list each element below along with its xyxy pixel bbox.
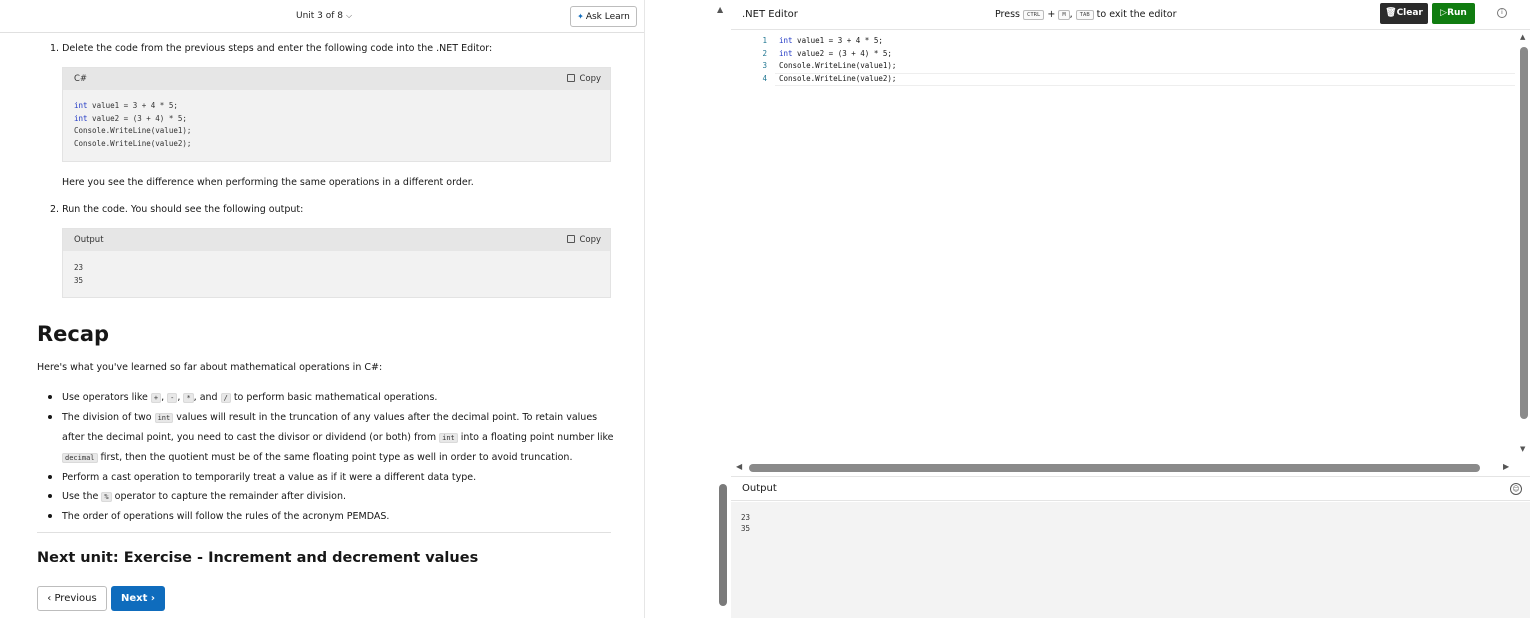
list-item: The division of two int values will resu… [46,408,616,468]
copy-code-button[interactable]: Copy [567,68,601,90]
output-content: 23 35 [74,263,84,285]
list-item: Use operators like +, -, *, and / to per… [46,388,616,408]
output-title: Output [742,483,777,494]
code-block-header: C# Copy [63,68,610,90]
editor-code-lines[interactable]: int value1 = 3 + 4 * 5; int value2 = (3 … [779,35,896,85]
csharp-code-block: C# Copy int value1 = 3 + 4 * 5; int valu… [62,67,611,162]
m-key: M [1058,10,1070,20]
code-line: int value2 = (3 + 4) * 5; [779,48,892,58]
editor-title: .NET Editor [742,9,798,20]
next-button[interactable]: Next › [111,586,165,611]
divider [37,532,611,533]
output-text: 23 35 [741,513,751,533]
code-line: int value1 = 3 + 4 * 5; [779,36,883,45]
ask-learn-button[interactable]: ✦ Ask Learn [570,6,637,27]
code-line: Console.WriteLine(value1); [779,61,897,70]
copy-output-button[interactable]: Copy [567,229,601,251]
code-content: int value1 = 3 + 4 * 5; int value2 = (3 … [74,101,192,148]
line-numbers: 1 2 3 4 [762,36,767,83]
list-item: Perform a cast operation to temporarily … [46,468,616,487]
chevron-down-icon: ⌵ [346,11,353,20]
output-panel: 23 35 [731,502,1530,618]
scroll-right-arrow-icon[interactable]: ▶ [1503,462,1509,471]
recap-intro: Here's what you've learned so far about … [37,362,383,373]
keyboard-hint: Press CTRL + M, TAB to exit the editor [995,9,1177,20]
editor-horizontal-scrollbar[interactable]: ◀ ▶ [731,461,1518,475]
previous-button[interactable]: ‹ Previous [37,586,107,611]
scrollbar-thumb[interactable] [1520,47,1528,419]
trash-icon: 🗑 [1385,8,1397,18]
info-icon[interactable]: i [1497,8,1507,18]
code-line: Console.WriteLine(value2); [779,73,897,83]
learn-pane: Unit 3 of 8 ⌵ ✦ Ask Learn 1. Delete the co… [0,0,645,618]
recap-list: Use operators like +, -, *, and / to per… [46,388,616,526]
tab-key: TAB [1075,10,1094,20]
list-item: Use the % operator to capture the remain… [46,487,616,507]
step-1: 1. Delete the code from the previous ste… [50,43,493,54]
run-button[interactable]: ▷Run [1432,3,1475,24]
clear-button[interactable]: 🗑Clear [1380,3,1428,24]
feedback-smiley-icon[interactable]: ☺ [1510,483,1522,495]
copy-icon [567,74,576,82]
editor-vertical-scrollbar[interactable]: ▲ ▼ [1518,31,1530,459]
copy-icon [567,235,576,243]
list-item: The order of operations will follow the … [46,507,616,526]
output-code-block: Output Copy 23 35 [62,228,611,298]
ctrl-key: CTRL [1023,10,1045,20]
scrollbar-thumb[interactable] [749,464,1480,472]
learn-topbar: Unit 3 of 8 ⌵ ✦ Ask Learn [0,0,644,33]
step-2: 2. Run the code. You should see the foll… [50,204,304,215]
scroll-left-arrow-icon[interactable]: ◀ [736,462,742,471]
output-block-header: Output Copy [63,229,610,251]
chevron-right-icon: › [147,593,155,604]
editor-toolbar: .NET Editor Press CTRL + M, TAB to exit … [731,0,1530,30]
scroll-up-arrow-icon[interactable]: ▲ [1520,33,1525,41]
scroll-down-arrow-icon[interactable]: ▼ [1520,445,1525,453]
unit-selector[interactable]: Unit 3 of 8 ⌵ [296,11,352,21]
next-unit-heading: Next unit: Exercise - Increment and decr… [37,550,479,566]
recap-heading: Recap [37,322,110,346]
output-header: Output ☺ [731,476,1530,501]
sparkle-icon: ✦ [577,12,584,21]
difference-text: Here you see the difference when perform… [62,177,474,188]
editor-pane: .NET Editor Press CTRL + M, TAB to exit … [731,0,1530,618]
learn-scrollbar-thumb[interactable] [719,484,727,606]
code-editor[interactable]: 1 2 3 4 int value1 = 3 + 4 * 5; int valu… [731,31,1518,459]
scroll-up-arrow-icon[interactable]: ▲ [717,5,723,14]
